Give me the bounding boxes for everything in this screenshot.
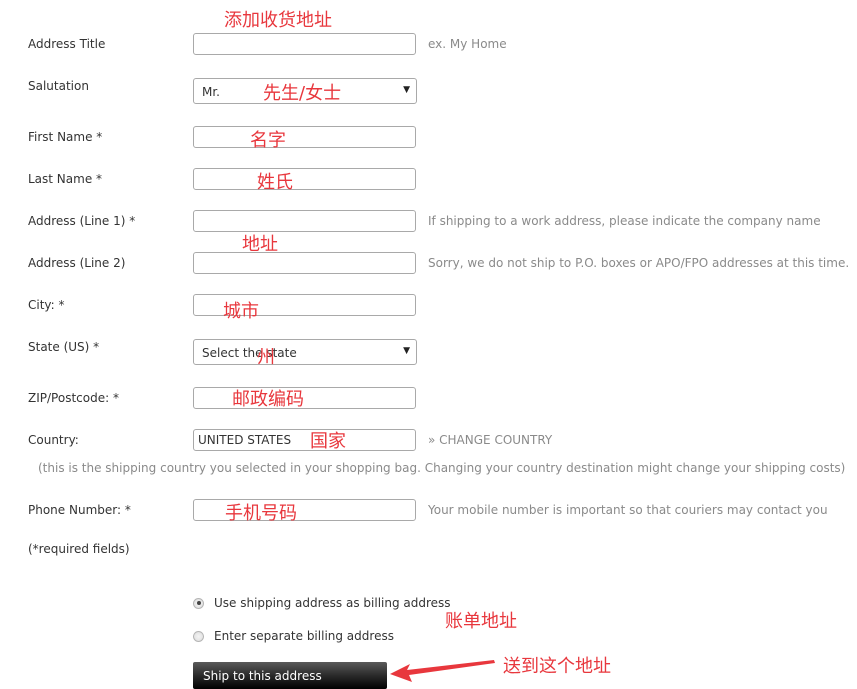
zip-input[interactable] bbox=[193, 387, 416, 409]
state-label: State (US) * bbox=[28, 340, 100, 354]
chevron-down-icon: ▼ bbox=[403, 85, 410, 95]
last-name-input[interactable] bbox=[193, 168, 416, 190]
first-name-input[interactable] bbox=[193, 126, 416, 148]
billing-option-separate[interactable]: Enter separate billing address bbox=[193, 629, 394, 643]
address-title-hint: ex. My Home bbox=[428, 37, 507, 51]
annotation-last-name: 姓氏 bbox=[257, 172, 293, 193]
required-fields-note: (*required fields) bbox=[28, 542, 130, 556]
annotation-salutation: 先生/女士 bbox=[263, 83, 342, 104]
salutation-label: Salutation bbox=[28, 79, 89, 93]
billing-option-label: Use shipping address as billing address bbox=[214, 596, 451, 610]
annotation-address: 地址 bbox=[242, 234, 278, 255]
annotation-first-name: 名字 bbox=[250, 130, 286, 151]
phone-label: Phone Number: * bbox=[28, 503, 131, 517]
ship-to-address-button[interactable]: Ship to this address bbox=[193, 662, 387, 689]
zip-label: ZIP/Postcode: * bbox=[28, 391, 119, 405]
salutation-value: Mr. bbox=[202, 85, 220, 99]
radio-checked[interactable] bbox=[193, 597, 204, 609]
first-name-label: First Name * bbox=[28, 130, 103, 144]
annotation-state: 州 bbox=[257, 347, 275, 368]
phone-hint: Your mobile number is important so that … bbox=[428, 503, 828, 517]
annotation-add-address: 添加收货地址 bbox=[224, 10, 332, 31]
last-name-label: Last Name * bbox=[28, 172, 103, 186]
annotation-billing: 账单地址 bbox=[445, 611, 517, 632]
country-label: Country: bbox=[28, 433, 79, 447]
address-title-label: Address Title bbox=[28, 37, 106, 51]
chevron-down-icon: ▼ bbox=[403, 346, 410, 356]
country-input[interactable] bbox=[193, 429, 416, 451]
change-country-container: » CHANGE COUNTRY bbox=[428, 433, 552, 447]
address-line2-label: Address (Line 2) bbox=[28, 256, 126, 270]
state-select[interactable]: Select the state ▼ bbox=[193, 339, 417, 365]
address-title-input[interactable] bbox=[193, 33, 416, 55]
radio-unchecked[interactable] bbox=[193, 630, 204, 642]
change-country-link[interactable]: » CHANGE COUNTRY bbox=[428, 433, 552, 447]
address-line2-hint: Sorry, we do not ship to P.O. boxes or A… bbox=[428, 256, 850, 270]
address-line2-input[interactable] bbox=[193, 252, 416, 274]
annotation-phone: 手机号码 bbox=[225, 503, 297, 524]
billing-option-same[interactable]: Use shipping address as billing address bbox=[193, 596, 451, 610]
address-line1-label: Address (Line 1) * bbox=[28, 214, 136, 228]
address-line1-hint: If shipping to a work address, please in… bbox=[428, 214, 821, 228]
state-value: Select the state bbox=[202, 346, 297, 360]
billing-option-label: Enter separate billing address bbox=[214, 629, 394, 643]
annotation-city: 城市 bbox=[223, 301, 259, 322]
address-line1-input[interactable] bbox=[193, 210, 416, 232]
arrow-annotation-icon bbox=[390, 660, 495, 682]
annotation-ship: 送到这个地址 bbox=[503, 656, 611, 677]
city-label: City: * bbox=[28, 298, 65, 312]
annotation-country: 国家 bbox=[310, 431, 346, 452]
annotation-zip: 邮政编码 bbox=[232, 389, 304, 410]
country-note: (this is the shipping country you select… bbox=[38, 461, 846, 475]
